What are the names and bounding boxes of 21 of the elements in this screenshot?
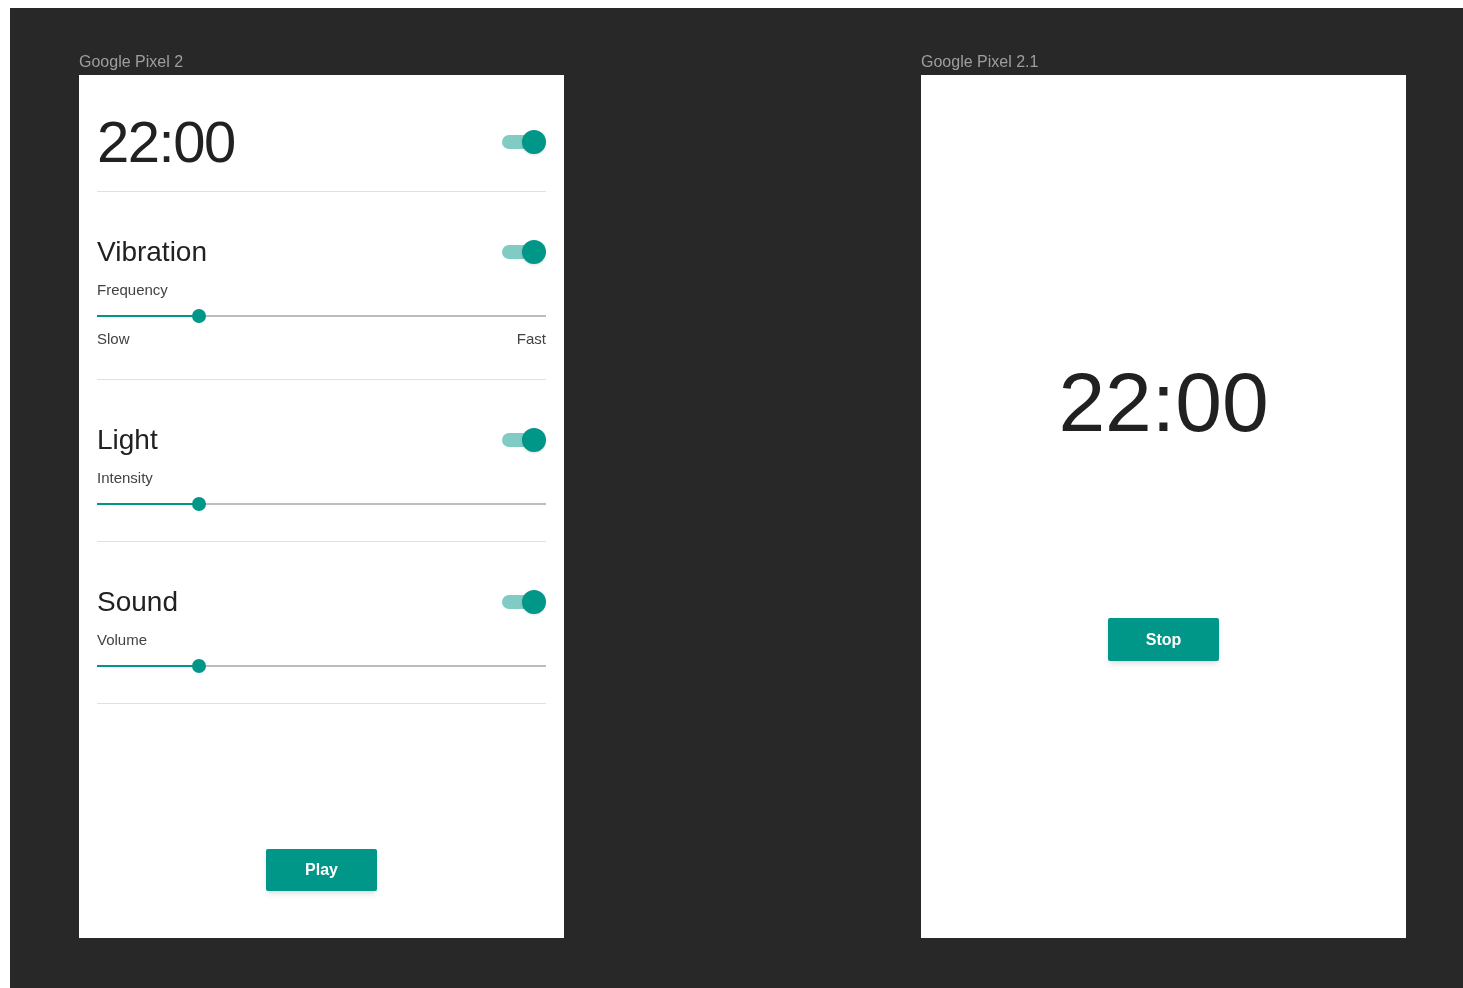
section-title: Light [97,423,158,457]
section-title: Vibration [97,235,207,269]
frame-label: Google Pixel 2.1 [921,52,1040,72]
slider[interactable] [97,497,546,511]
alarm-time: 22:00 [1058,357,1269,447]
slider[interactable] [97,309,546,323]
slider[interactable] [97,659,546,673]
slider-label: Volume [97,630,149,650]
section-title: Sound [97,585,178,619]
toggle-switch[interactable] [502,129,546,154]
toggle-switch[interactable] [502,590,546,614]
frame-label: Google Pixel 2 [79,52,185,72]
max-label: Fast [516,329,546,349]
alarm-time: 22:00 [97,112,235,171]
play-button[interactable]: Play [266,849,377,891]
slider-label: Intensity [97,468,154,488]
toggle-switch[interactable] [502,428,546,452]
min-label: Slow [97,329,130,349]
stop-button[interactable]: Stop [1108,618,1219,661]
slider-label: Frequency [97,280,169,300]
toggle-switch[interactable] [502,240,546,264]
